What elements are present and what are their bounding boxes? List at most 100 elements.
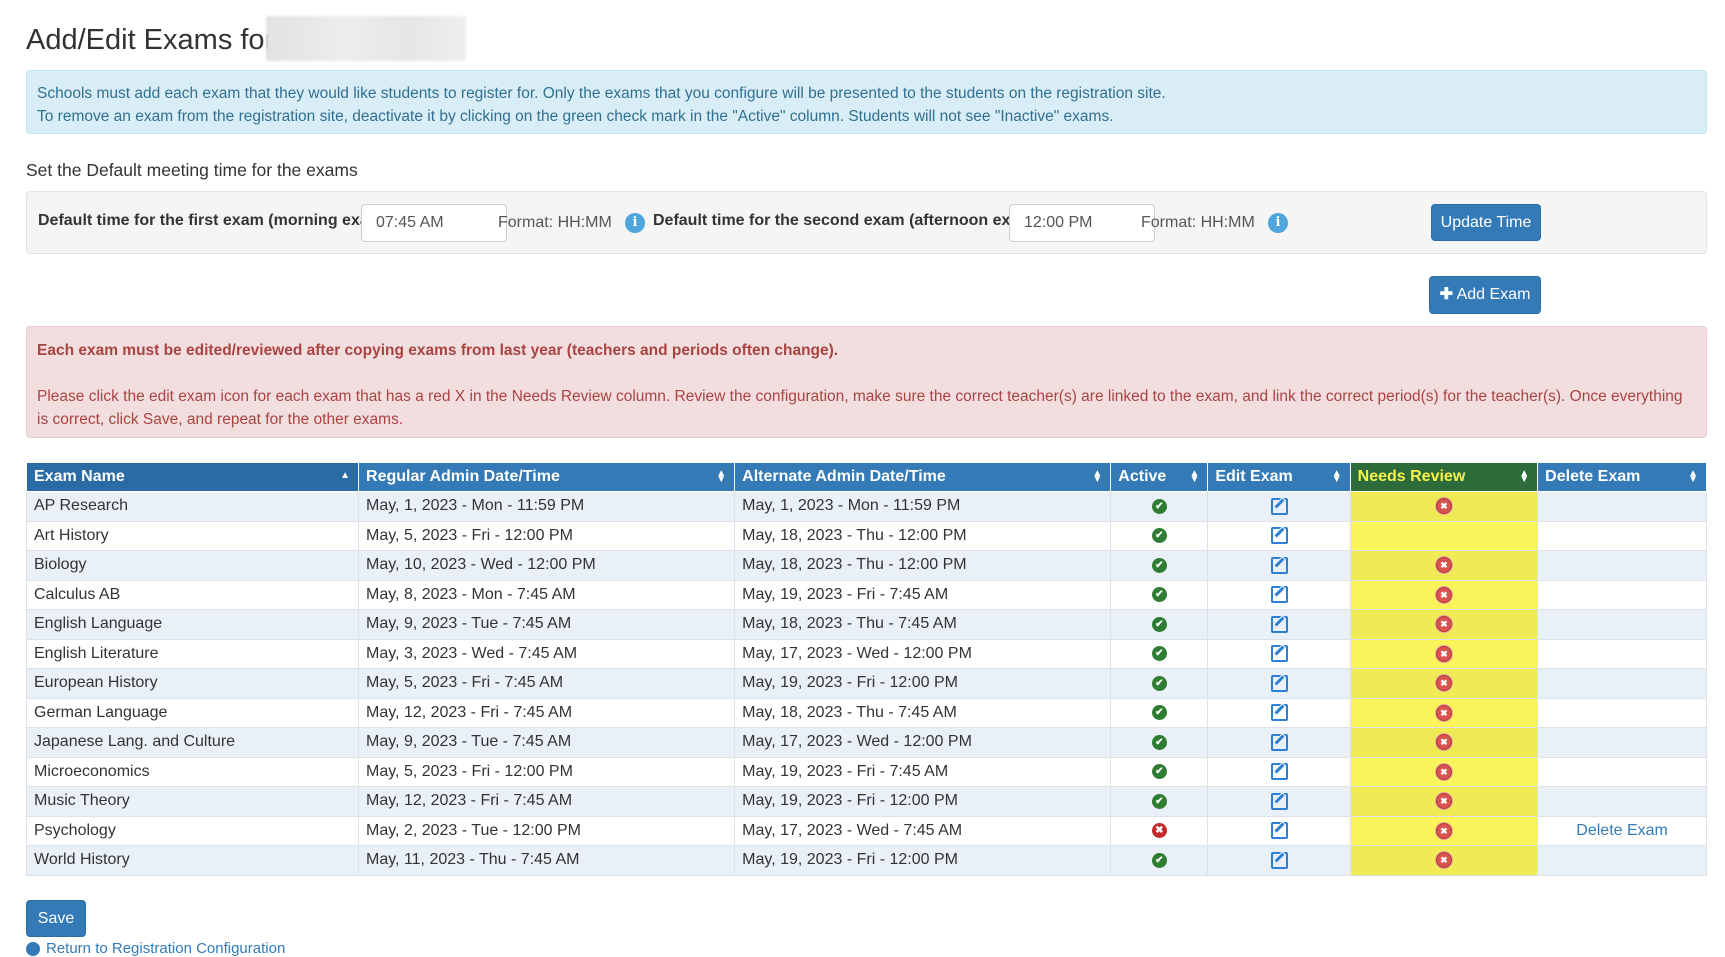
table-row: Japanese Lang. and Culture May, 9, 2023 -… xyxy=(25,727,1707,758)
column-header-needs-review[interactable]: Needs Review ▲ ▼ xyxy=(1349,462,1539,492)
edit-icon[interactable] xyxy=(1270,674,1288,692)
needs-review-x-icon: ✖ xyxy=(1435,763,1452,780)
regular-date-cell: May, 5, 2023 - Fri - 12:00 PM xyxy=(358,756,736,787)
edit-cell xyxy=(1207,756,1351,787)
check-circle-icon[interactable]: ✔ xyxy=(1151,705,1167,721)
alternate-date-cell: May, 19, 2023 - Fri - 12:00 PM xyxy=(734,845,1112,876)
return-link[interactable]: Return to Registration Configuration xyxy=(26,940,285,957)
delete-cell xyxy=(1537,491,1707,522)
check-circle-icon[interactable]: ✔ xyxy=(1151,793,1167,809)
needs-review-cell: ✖ xyxy=(1349,668,1539,699)
second-exam-time-input[interactable]: 12:00 PM xyxy=(1009,204,1155,242)
needs-review-x-icon: ✖ xyxy=(1435,586,1452,603)
check-circle-icon[interactable]: ✔ xyxy=(1151,616,1167,632)
needs-review-cell: ✖ xyxy=(1349,609,1539,640)
info-icon[interactable]: i xyxy=(1268,213,1288,233)
add-exam-button[interactable]: ✚ Add Exam xyxy=(1429,276,1541,314)
exams-table-body: AP Research May, 1, 2023 - Mon - 11:59 PM… xyxy=(25,491,1707,876)
table-row: AP Research May, 1, 2023 - Mon - 11:59 PM… xyxy=(25,491,1707,522)
active-cell: ✔ xyxy=(1110,668,1209,699)
info-alert-line-1: Schools must add each exam that they wou… xyxy=(37,85,1166,102)
info-icon[interactable]: i xyxy=(625,213,645,233)
regular-date-cell: May, 9, 2023 - Tue - 7:45 AM xyxy=(358,609,736,640)
edit-icon[interactable] xyxy=(1270,733,1288,751)
edit-cell xyxy=(1207,638,1351,669)
check-circle-icon[interactable]: ✔ xyxy=(1151,764,1167,780)
circle-arrow-left-icon xyxy=(26,942,40,957)
delete-cell xyxy=(1537,638,1707,669)
table-row: German Language May, 12, 2023 - Fri - 7:4… xyxy=(25,697,1707,728)
regular-date-cell: May, 12, 2023 - Fri - 7:45 AM xyxy=(358,786,736,817)
active-cell: ✔ xyxy=(1110,697,1209,728)
exam-name-cell: European History xyxy=(25,668,360,699)
edit-cell xyxy=(1207,550,1351,581)
edit-icon[interactable] xyxy=(1270,851,1288,869)
alternate-date-cell: May, 17, 2023 - Wed - 7:45 AM xyxy=(734,815,1112,846)
edit-icon[interactable] xyxy=(1270,704,1288,722)
sort-icon: ▲ ▼ xyxy=(1688,468,1698,485)
regular-date-cell: May, 11, 2023 - Thu - 7:45 AM xyxy=(358,845,736,876)
column-header-edit-exam[interactable]: Edit Exam ▲ ▼ xyxy=(1207,462,1351,492)
edit-icon[interactable] xyxy=(1270,615,1288,633)
alternate-date-cell: May, 18, 2023 - Thu - 7:45 AM xyxy=(734,609,1112,640)
active-cell: ✖ xyxy=(1110,815,1209,846)
edit-icon[interactable] xyxy=(1270,645,1288,663)
check-circle-icon[interactable]: ✔ xyxy=(1151,498,1167,514)
plus-icon: ✚ xyxy=(1439,286,1454,303)
check-circle-icon[interactable]: ✔ xyxy=(1151,734,1167,750)
first-exam-time-input[interactable]: 07:45 AM xyxy=(361,204,507,242)
exam-name-cell: Microeconomics xyxy=(25,756,360,787)
column-header-active[interactable]: Active ▲ ▼ xyxy=(1110,462,1209,492)
edit-icon[interactable] xyxy=(1270,763,1288,781)
exam-name-cell: English Literature xyxy=(25,638,360,669)
needs-review-cell: ✖ xyxy=(1349,697,1539,728)
needs-review-cell: ✖ xyxy=(1349,638,1539,669)
edit-icon[interactable] xyxy=(1270,497,1288,515)
page-title: Add/Edit Exams for xyxy=(26,24,275,56)
edit-cell xyxy=(1207,609,1351,640)
needs-review-x-icon: ✖ xyxy=(1435,822,1452,839)
default-time-panel: Default time for the first exam (morning… xyxy=(26,191,1707,254)
column-header-regular-date[interactable]: Regular Admin Date/Time ▲ ▼ xyxy=(358,462,736,492)
exam-name-cell: Psychology xyxy=(25,815,360,846)
table-row: English Literature May, 3, 2023 - Wed - 7… xyxy=(25,638,1707,669)
exams-table: Exam Name ▲ Regular Admin Date/Time ▲ ▼ Alt… xyxy=(25,462,1707,876)
edit-icon[interactable] xyxy=(1270,792,1288,810)
table-row: Psychology May, 2, 2023 - Tue - 12:00 PM M… xyxy=(25,815,1707,846)
edit-icon[interactable] xyxy=(1270,556,1288,574)
check-circle-icon[interactable]: ✔ xyxy=(1151,587,1167,603)
first-exam-time-label: Default time for the first exam (morning… xyxy=(38,212,389,229)
check-circle-icon[interactable]: ✔ xyxy=(1151,557,1167,573)
edit-icon[interactable] xyxy=(1270,822,1288,840)
check-circle-icon[interactable]: ✔ xyxy=(1151,528,1167,544)
edit-cell xyxy=(1207,491,1351,522)
save-button[interactable]: Save xyxy=(26,900,86,937)
redacted-school-name xyxy=(266,16,466,61)
alternate-date-cell: May, 18, 2023 - Thu - 7:45 AM xyxy=(734,697,1112,728)
active-cell: ✔ xyxy=(1110,520,1209,551)
alternate-date-cell: May, 19, 2023 - Fri - 12:00 PM xyxy=(734,786,1112,817)
active-cell: ✔ xyxy=(1110,786,1209,817)
needs-review-cell: ✖ xyxy=(1349,845,1539,876)
delete-cell xyxy=(1537,756,1707,787)
review-warning-alert: Each exam must be edited/reviewed after … xyxy=(26,326,1707,438)
needs-review-x-icon: ✖ xyxy=(1435,557,1452,574)
column-header-exam-name[interactable]: Exam Name ▲ xyxy=(25,462,360,492)
needs-review-x-icon: ✖ xyxy=(1435,704,1452,721)
edit-icon[interactable] xyxy=(1270,527,1288,545)
edit-icon[interactable] xyxy=(1270,586,1288,604)
needs-review-x-icon: ✖ xyxy=(1435,498,1452,515)
delete-exam-link[interactable]: Delete Exam xyxy=(1576,822,1668,839)
column-header-delete-exam[interactable]: Delete Exam ▲ ▼ xyxy=(1537,462,1707,492)
check-circle-icon[interactable]: ✔ xyxy=(1151,646,1167,662)
check-circle-icon[interactable]: ✔ xyxy=(1151,675,1167,691)
needs-review-x-icon: ✖ xyxy=(1435,793,1452,810)
update-time-button[interactable]: Update Time xyxy=(1431,204,1541,241)
check-circle-icon[interactable]: ✔ xyxy=(1151,852,1167,868)
needs-review-cell: ✖ xyxy=(1349,756,1539,787)
column-header-alternate-date[interactable]: Alternate Admin Date/Time ▲ ▼ xyxy=(734,462,1112,492)
needs-review-cell: ✖ xyxy=(1349,727,1539,758)
delete-cell xyxy=(1537,727,1707,758)
x-circle-icon[interactable]: ✖ xyxy=(1151,823,1167,839)
edit-cell xyxy=(1207,815,1351,846)
